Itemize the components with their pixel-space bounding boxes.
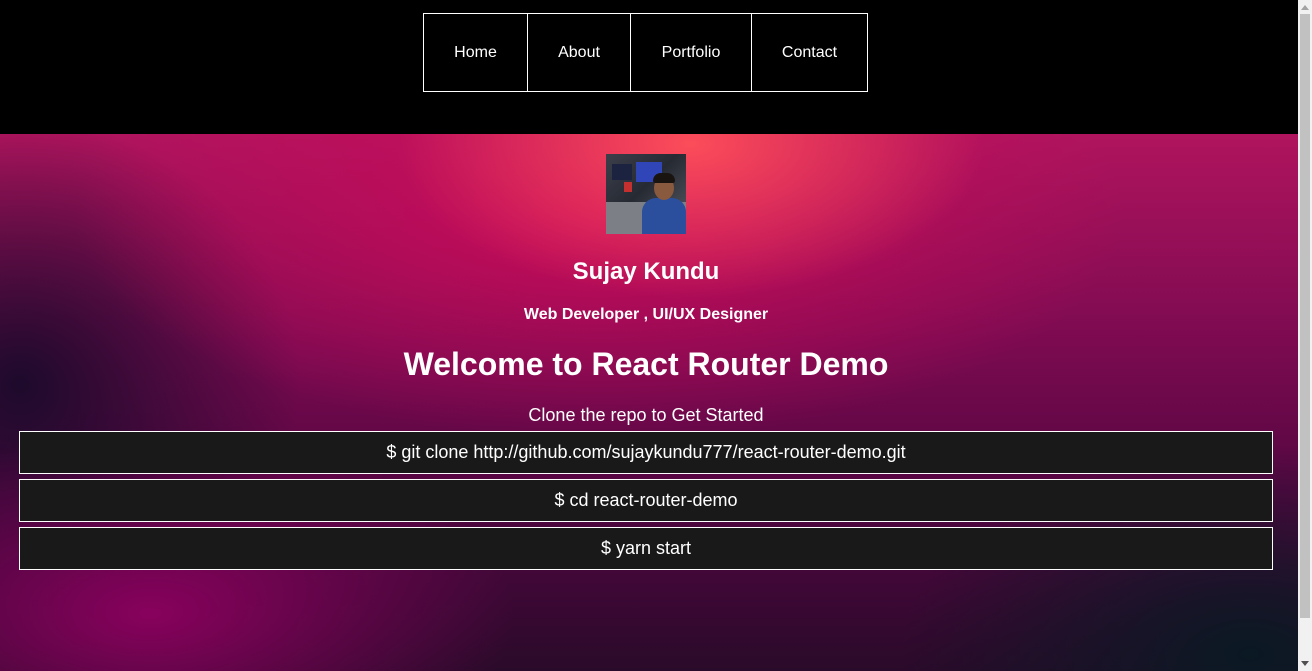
intro-text: Clone the repo to Get Started bbox=[528, 405, 764, 425]
scrollbar-thumb[interactable] bbox=[1300, 14, 1310, 618]
profile-name: Sujay Kundu bbox=[572, 258, 720, 285]
scroll-up-arrow-icon[interactable] bbox=[1301, 5, 1309, 10]
avatar-monitor-left bbox=[612, 164, 632, 180]
command-cd: $ cd react-router-demo bbox=[19, 479, 1273, 522]
avatar bbox=[606, 154, 686, 234]
nav-item-contact[interactable]: Contact bbox=[751, 13, 868, 92]
page-title: Welcome to React Router Demo bbox=[403, 346, 889, 382]
hero-section: Sujay Kundu Web Developer , UI/UX Design… bbox=[0, 134, 1298, 671]
top-navbar: Home About Portfolio Contact bbox=[0, 0, 1298, 134]
nav-item-home[interactable]: Home bbox=[423, 13, 528, 92]
profile-role: Web Developer , UI/UX Designer bbox=[523, 306, 769, 323]
avatar-cup bbox=[624, 182, 632, 192]
nav-item-about[interactable]: About bbox=[527, 13, 631, 92]
command-git-clone: $ git clone http://github.com/sujaykundu… bbox=[19, 431, 1273, 474]
avatar-body bbox=[642, 198, 686, 234]
avatar-hair bbox=[653, 173, 675, 183]
vertical-scrollbar[interactable] bbox=[1298, 0, 1312, 671]
nav-item-portfolio[interactable]: Portfolio bbox=[630, 13, 752, 92]
nav-menu: Home About Portfolio Contact bbox=[423, 13, 868, 92]
scroll-down-arrow-icon[interactable] bbox=[1301, 661, 1309, 666]
command-yarn-start: $ yarn start bbox=[19, 527, 1273, 570]
